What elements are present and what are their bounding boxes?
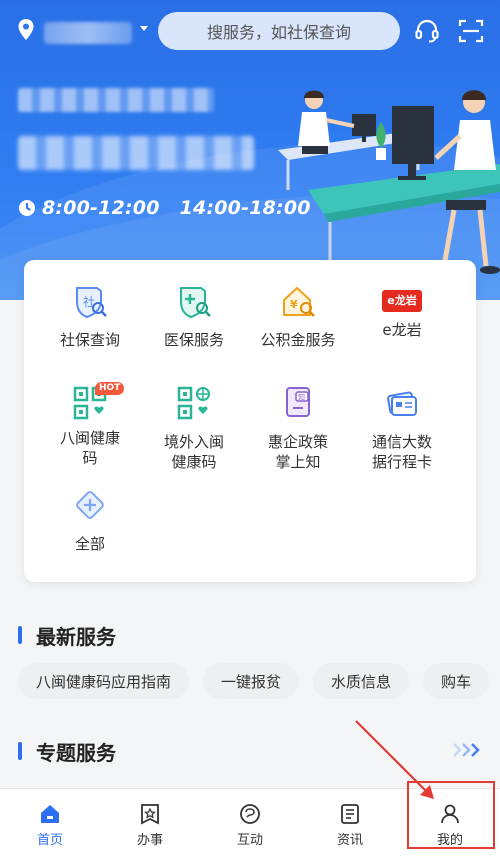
service-label: 社保查询 [59, 331, 120, 349]
chip-health-code-guide[interactable]: 八闽健康码应用指南 [18, 663, 190, 699]
overseas-health-code-icon [177, 386, 210, 420]
itinerary-card-icon [387, 391, 417, 416]
nav-label: 首页 [36, 833, 63, 848]
service-health-code[interactable]: HOT 八闽健康码 [38, 382, 142, 468]
service-e-longyan[interactable]: e龙岩 e龙岩 [350, 284, 454, 340]
policy-icon: 知 [286, 387, 310, 417]
hours-morning: 8:00-12:00 [42, 197, 160, 219]
service-label: 惠企政策掌上知 [267, 433, 328, 471]
nav-label: 办事 [136, 833, 163, 848]
service-label: 全部 [74, 535, 105, 553]
chip-water-quality[interactable]: 水质信息 [313, 663, 410, 699]
scan-icon[interactable] [458, 18, 484, 44]
home-icon [41, 805, 59, 823]
office-hours: 8:00-12:00 14:00-18:00 [18, 196, 311, 220]
interact-icon [240, 804, 260, 824]
news-icon [341, 804, 359, 824]
chip-poverty-report[interactable]: 一键报贫 [203, 663, 300, 699]
search-input[interactable]: 搜服务，如社保查询 [158, 12, 400, 50]
housing-fund-icon: ¥ [283, 286, 315, 317]
svg-text:¥: ¥ [290, 298, 298, 311]
section-title: 最新服务 [36, 624, 116, 649]
service-label: 公积金服务 [260, 331, 336, 349]
service-label: e龙岩 [382, 321, 422, 339]
app-home-page: 搜服务，如社保查询 8:00-12:00 14:00-18:00 社 社保查询 … [0, 0, 500, 856]
nav-label: 资讯 [336, 833, 363, 848]
service-housing-fund[interactable]: ¥ 公积金服务 [246, 284, 350, 350]
all-services-icon [76, 491, 104, 519]
nav-home[interactable]: 首页 [0, 789, 100, 856]
section-special-services: 专题服务 [18, 738, 116, 765]
top-bar: 搜服务，如社保查询 [0, 10, 500, 54]
hot-badge: HOT [95, 382, 125, 395]
banner-title-blurred [18, 136, 254, 170]
banner-headline-blurred [18, 88, 214, 112]
city-name-blurred[interactable] [44, 22, 132, 44]
service-grid-card: 社 社保查询 医保服务 ¥ 公积金服务 e龙岩 e龙岩 HOT 八闽健康码 境外… [24, 260, 476, 582]
service-overseas-health-code[interactable]: 境外入闽健康码 [142, 386, 246, 472]
more-arrows-icon[interactable] [452, 740, 484, 760]
service-label: 医保服务 [163, 331, 224, 349]
services-icon [141, 804, 159, 825]
hero-banner[interactable]: 搜服务，如社保查询 8:00-12:00 14:00-18:00 [0, 0, 500, 300]
medical-insurance-icon [180, 287, 211, 319]
service-label: 境外入闽健康码 [163, 433, 224, 471]
service-policy[interactable]: 知 惠企政策掌上知 [246, 386, 350, 472]
social-security-icon: 社 [76, 287, 107, 319]
chip-car-purchase[interactable]: 购车 [423, 663, 490, 699]
nav-services[interactable]: 办事 [100, 789, 200, 856]
service-label: 八闽健康码 [59, 429, 120, 467]
customer-service-icon[interactable] [414, 18, 440, 44]
office-workers-illustration [278, 90, 500, 274]
section-latest-services: 最新服务 [18, 622, 116, 649]
search-placeholder: 搜服务，如社保查询 [206, 23, 351, 42]
service-itinerary-card[interactable]: 通信大数据行程卡 [350, 386, 454, 472]
service-label: 通信大数据行程卡 [371, 433, 432, 471]
service-social-security[interactable]: 社 社保查询 [38, 284, 142, 350]
svg-text:知: 知 [298, 393, 305, 402]
e-longyan-logo: e龙岩 [382, 290, 422, 312]
section-title: 专题服务 [36, 740, 116, 765]
service-all[interactable]: 全部 [38, 488, 142, 554]
clock-icon [19, 200, 35, 216]
latest-services-chips: 八闽健康码应用指南 一键报贫 水质信息 购车 [18, 663, 500, 699]
chevron-down-icon[interactable] [140, 26, 148, 31]
nav-interact[interactable]: 互动 [200, 789, 300, 856]
service-medical-insurance[interactable]: 医保服务 [142, 284, 246, 350]
nav-label: 互动 [236, 833, 263, 848]
location-icon[interactable] [16, 18, 36, 42]
annotation-arrow [355, 720, 434, 799]
